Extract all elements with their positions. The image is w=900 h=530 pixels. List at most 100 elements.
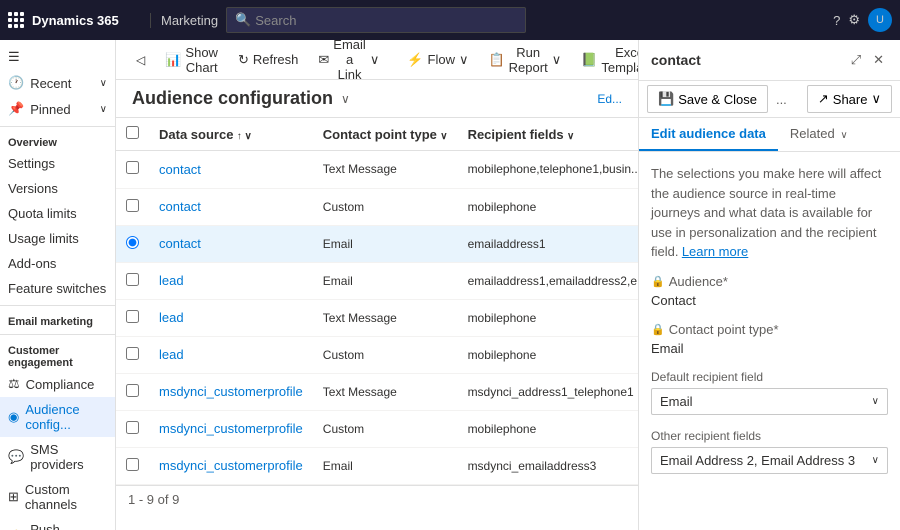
sidebar-item-versions[interactable]: Versions: [0, 176, 115, 201]
content-area: ◁ 📊 Show Chart ↻ Refresh ✉ Email a Link …: [116, 40, 638, 530]
table-row[interactable]: lead Text Message mobilephone # admi...: [116, 299, 638, 336]
sms-icon: 💬: [8, 449, 24, 465]
other-recipient-select[interactable]: Email Address 2, Email Address 3 ∨: [651, 447, 888, 474]
table-row[interactable]: contact Custom mobilephone # admi...: [116, 188, 638, 225]
right-panel: contact ⤢ ✕ 💾 Save & Close ... ↗ Share ∨: [638, 40, 900, 530]
sidebar-item-compliance[interactable]: ⚖ Compliance: [0, 371, 115, 397]
sidebar-item-addons[interactable]: Add-ons: [0, 251, 115, 276]
data-source-link[interactable]: contact: [159, 236, 201, 251]
chevron-icon: ∨: [100, 78, 107, 89]
row-checkbox-cell[interactable]: [116, 299, 149, 336]
panel-toolbar: 💾 Save & Close ... ↗ Share ∨: [639, 81, 900, 118]
row-checkbox[interactable]: [126, 236, 139, 249]
row-recipient-fields: msdynci_address1_telephone1: [458, 373, 638, 410]
learn-more-link[interactable]: Learn more: [682, 244, 748, 259]
panel-expand-button[interactable]: ⤢: [847, 48, 865, 72]
row-checkbox[interactable]: [126, 458, 139, 471]
table-row[interactable]: lead Custom mobilephone # admi...: [116, 336, 638, 373]
row-contact-point: Email: [313, 225, 458, 262]
row-checkbox-cell[interactable]: [116, 151, 149, 189]
refresh-button[interactable]: ↻ Refresh: [230, 48, 306, 72]
chart-icon: 📊: [165, 52, 181, 68]
data-source-link[interactable]: msdynci_customerprofile: [159, 421, 303, 436]
more-icon: ...: [776, 92, 787, 107]
row-recipient-fields: emailaddress1: [458, 225, 638, 262]
data-source-link[interactable]: msdynci_customerprofile: [159, 458, 303, 473]
sidebar-item-label: Usage limits: [8, 231, 79, 246]
edit-label[interactable]: Ed...: [597, 92, 622, 106]
row-checkbox[interactable]: [126, 273, 139, 286]
waffle-icon[interactable]: [8, 12, 24, 28]
row-recipient-fields: msdynci_emailaddress3: [458, 447, 638, 484]
row-checkbox[interactable]: [126, 347, 139, 360]
tab-related[interactable]: Related ∨: [778, 118, 860, 151]
select-all-input[interactable]: [126, 126, 139, 139]
sort-icon: ∨: [440, 131, 447, 142]
tab-edit-audience[interactable]: Edit audience data: [639, 118, 778, 151]
report-icon: 📋: [488, 52, 504, 68]
search-bar[interactable]: 🔍 Search: [226, 7, 526, 33]
sidebar-item-usage[interactable]: Usage limits: [0, 226, 115, 251]
sidebar-item-quota[interactable]: Quota limits: [0, 201, 115, 226]
data-source-link[interactable]: lead: [159, 273, 184, 288]
row-checkbox-cell[interactable]: [116, 188, 149, 225]
data-source-link[interactable]: lead: [159, 310, 184, 325]
row-checkbox[interactable]: [126, 310, 139, 323]
sidebar-nav-section: ☰ 🕐 Recent ∨ 📌 Pinned ∨ Overview Setting…: [0, 40, 115, 530]
sidebar-item-hamburger[interactable]: ☰: [0, 44, 115, 70]
share-icon: ↗: [818, 91, 829, 107]
row-checkbox[interactable]: [126, 161, 139, 174]
table-row[interactable]: lead Email emailaddress1,emailaddress2,e…: [116, 262, 638, 299]
help-icon[interactable]: ?: [833, 13, 840, 28]
table-row[interactable]: contact Text Message mobilephone,telepho…: [116, 151, 638, 189]
lock-icon-2: 🔒: [651, 323, 665, 336]
tab-related-chevron: ∨: [840, 130, 847, 141]
excel-button[interactable]: 📗 Excel Templates ∨: [573, 41, 638, 79]
top-bar: Dynamics 365 Marketing 🔍 Search ? ⚙ U: [0, 0, 900, 40]
share-button[interactable]: ↗ Share ∨: [807, 85, 892, 113]
save-label: Save & Close: [678, 92, 757, 107]
sidebar-item-settings[interactable]: Settings: [0, 151, 115, 176]
settings-icon[interactable]: ⚙: [848, 12, 860, 28]
back-button[interactable]: ◁: [128, 49, 153, 71]
data-source-link[interactable]: contact: [159, 199, 201, 214]
sidebar-item-recent[interactable]: 🕐 Recent ∨: [0, 70, 115, 96]
sidebar-item-feature[interactable]: Feature switches: [0, 276, 115, 301]
select-all-checkbox[interactable]: [116, 118, 149, 151]
data-source-link[interactable]: lead: [159, 347, 184, 362]
table-row[interactable]: msdynci_customerprofile Text Message msd…: [116, 373, 638, 410]
sidebar-item-sms[interactable]: 💬 SMS providers: [0, 437, 115, 477]
table-row[interactable]: msdynci_customerprofile Email msdynci_em…: [116, 447, 638, 484]
sidebar-divider: [0, 126, 115, 127]
save-close-button[interactable]: 💾 Save & Close: [647, 85, 768, 113]
row-checkbox-cell[interactable]: [116, 336, 149, 373]
row-checkbox-cell[interactable]: [116, 225, 149, 262]
row-checkbox-cell[interactable]: [116, 447, 149, 484]
row-checkbox-cell[interactable]: [116, 373, 149, 410]
run-report-button[interactable]: 📋 Run Report ∨: [480, 41, 569, 79]
sidebar-item-label: Compliance: [26, 377, 95, 392]
sidebar-item-custom[interactable]: ⊞ Custom channels: [0, 477, 115, 517]
row-checkbox[interactable]: [126, 384, 139, 397]
panel-close-button[interactable]: ✕: [869, 48, 888, 72]
sidebar-item-audience[interactable]: ◉ Audience config...: [0, 397, 115, 437]
sidebar-item-push[interactable]: 🔔 Push notifications: [0, 517, 115, 530]
show-chart-button[interactable]: 📊 Show Chart: [157, 41, 226, 79]
table-row[interactable]: contact Email emailaddress1 # admi...: [116, 225, 638, 262]
row-checkbox[interactable]: [126, 199, 139, 212]
default-recipient-select[interactable]: Email ∨: [651, 388, 888, 415]
row-checkbox[interactable]: [126, 421, 139, 434]
row-checkbox-cell[interactable]: [116, 262, 149, 299]
table-footer-text: 1 - 9 of 9: [128, 492, 179, 507]
compliance-icon: ⚖: [8, 376, 20, 392]
table-row[interactable]: msdynci_customerprofile Custom mobilepho…: [116, 410, 638, 447]
report-chevron: ∨: [552, 52, 562, 68]
data-source-link[interactable]: msdynci_customerprofile: [159, 384, 303, 399]
data-source-link[interactable]: contact: [159, 162, 201, 177]
row-checkbox-cell[interactable]: [116, 410, 149, 447]
user-avatar[interactable]: U: [868, 8, 892, 32]
flow-button[interactable]: ⚡ Flow ∨: [399, 48, 476, 72]
sidebar-item-pinned[interactable]: 📌 Pinned ∨: [0, 96, 115, 122]
more-options-button[interactable]: ...: [772, 88, 791, 111]
flow-chevron: ∨: [459, 52, 469, 68]
